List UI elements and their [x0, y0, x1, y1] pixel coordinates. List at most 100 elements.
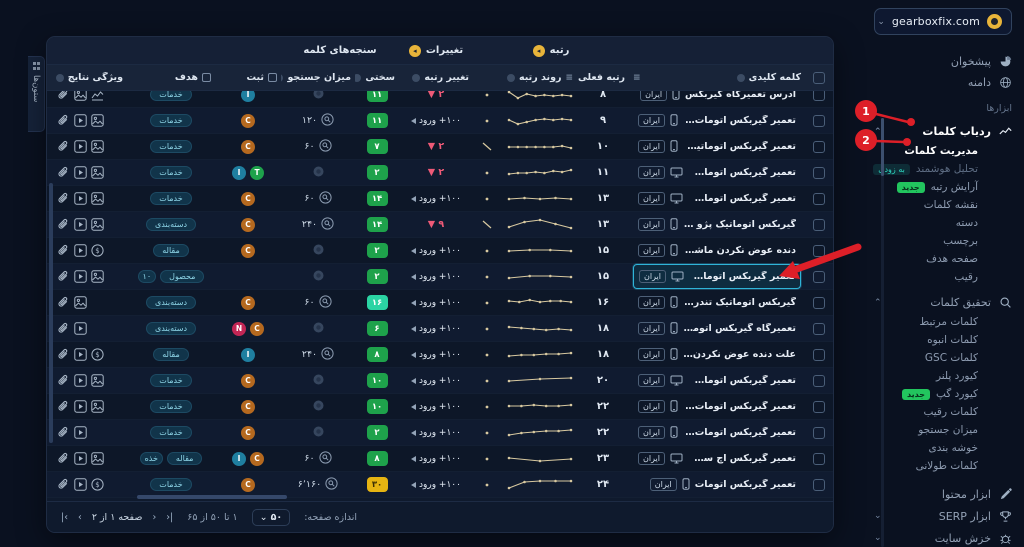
record-badge-N[interactable]: N [232, 322, 246, 336]
image-icon[interactable] [91, 400, 104, 413]
row-checkbox[interactable] [813, 479, 825, 491]
select-all-checkbox[interactable] [813, 72, 825, 84]
row-checkbox[interactable] [813, 427, 825, 439]
domain-selector[interactable]: gearboxfix.com ⌄ [874, 8, 1012, 35]
sidebar-subitem[interactable]: کلمات GSC [874, 349, 1012, 367]
image-icon[interactable] [91, 192, 104, 205]
row-checkbox[interactable] [813, 375, 825, 387]
video-icon[interactable] [74, 218, 87, 231]
sidebar-subitem[interactable]: خوشه بندی [874, 439, 1012, 457]
pager-last-button[interactable]: ›| [166, 512, 173, 523]
keyword-cell[interactable]: تعمیر گیربکس اتومات ۲۰۶ ایران [633, 109, 801, 132]
image-icon[interactable] [91, 140, 104, 153]
image-icon[interactable] [91, 166, 104, 179]
video-icon[interactable] [74, 244, 87, 257]
target-pill[interactable]: محصول [160, 270, 204, 283]
target-pill[interactable]: دسته‌بندی [146, 322, 196, 335]
sidebar-item-word-research[interactable]: تحقیق کلمات ⌃ [874, 292, 1012, 313]
video-icon[interactable] [74, 426, 87, 439]
paperclip-icon[interactable] [57, 218, 70, 231]
table-row[interactable]: گیربکس اتوماتیک تندر پلاس ایران ۱۶ ۱۰۰+ … [47, 290, 833, 316]
sidebar-item-bug[interactable]: خزش سایت⌄ [874, 527, 1012, 547]
target-pill[interactable]: مقاله [153, 348, 189, 361]
row-checkbox[interactable] [813, 193, 825, 205]
col-header-target[interactable]: هدف [127, 72, 215, 83]
col-header-record[interactable]: ثبت [215, 72, 281, 83]
chart-icon[interactable] [91, 91, 104, 101]
row-checkbox[interactable] [813, 91, 825, 101]
target-pill[interactable]: خدمات [150, 478, 191, 491]
expand-triangle-icon[interactable] [411, 352, 416, 358]
row-checkbox[interactable] [813, 297, 825, 309]
target-pill[interactable]: خدمات [150, 140, 191, 153]
row-checkbox[interactable] [813, 349, 825, 361]
table-row[interactable]: تعمیر گیربکس اتومات داستر ایران ۲۲ ۱۰۰+ … [47, 394, 833, 420]
keyword-cell[interactable]: تعمیر گیربکس اتوماتیک پژو پارس ایران [633, 135, 801, 158]
paperclip-icon[interactable] [57, 114, 70, 127]
table-row[interactable]: تعمیر گیربکس اتوماتیک پژو پارس ایران ۱۰ … [47, 134, 833, 160]
target-pill[interactable]: دسته‌بندی [146, 218, 196, 231]
sidebar-item-pencil[interactable]: ابزار محتوا [874, 483, 1012, 505]
sidebar-subitem[interactable]: تحلیل هوشمندبه زودی [874, 160, 1012, 178]
expand-triangle-icon[interactable] [411, 430, 416, 436]
keyword-cell[interactable]: تعمیر گیربکس اچ سی کراس ایران [633, 447, 801, 470]
dollar-icon[interactable]: $ [91, 244, 104, 257]
col-header-change[interactable]: تغییر رتبه [399, 72, 473, 83]
sidebar-subitem[interactable]: کلمات رقیب [874, 403, 1012, 421]
row-checkbox[interactable] [813, 453, 825, 465]
expand-triangle-icon[interactable] [411, 404, 416, 410]
image-icon[interactable] [91, 270, 104, 283]
record-badge-C[interactable]: C [250, 452, 264, 466]
col-header-keyword[interactable]: کلمه کلیدی ≡ [629, 72, 805, 83]
record-badge-C[interactable]: C [241, 426, 255, 440]
dollar-icon[interactable]: $ [91, 478, 104, 491]
paperclip-icon[interactable] [57, 166, 70, 179]
sidebar-item-domain[interactable]: دامنه [874, 72, 1012, 93]
sidebar-item-dashboard[interactable]: پیشخوان [874, 51, 1012, 72]
table-row[interactable]: آدرس تعمیرگاه گیربکس ایران ۸ ۲ ▼ ۱۱ I خد… [47, 91, 833, 108]
filter-icon[interactable]: ≡ [565, 73, 573, 83]
keyword-cell[interactable]: تعمیر گیربکس اتومات ایران [645, 473, 801, 496]
image-icon[interactable] [74, 91, 87, 101]
row-checkbox[interactable] [813, 245, 825, 257]
table-row[interactable]: تعمیر گیربکس اتومات ۲۰۶ ایران ۹ ۱۰۰+ ورو… [47, 108, 833, 134]
paperclip-icon[interactable] [57, 478, 70, 491]
paperclip-icon[interactable] [57, 270, 70, 283]
table-row[interactable]: علت دنده عوض نکردن ماشین اتومات ایران ۱۸… [47, 342, 833, 368]
sidebar-subitem[interactable]: نقشه کلمات [874, 196, 1012, 214]
table-row[interactable]: تعمیر گیربکس اتومات سانتافه ایران ۱۳ ۱۰۰… [47, 186, 833, 212]
sidebar-subitem[interactable]: میزان جستجو [874, 421, 1012, 439]
table-row[interactable]: تعمیر گیربکس اچ سی کراس ایران ۲۳ ۱۰۰+ ور… [47, 446, 833, 472]
image-icon[interactable] [74, 296, 87, 309]
tag-pill[interactable]: ۱۰ [138, 270, 157, 283]
pager-first-button[interactable]: |‹ [61, 512, 68, 523]
target-pill[interactable]: خدمات [150, 400, 191, 413]
table-row[interactable]: تعمیر گیربکس اتومات پژو ۲۰۷ ایران ۲۲ ۱۰۰… [47, 420, 833, 446]
expand-triangle-icon[interactable] [411, 482, 416, 488]
keyword-cell[interactable]: علت دنده عوض نکردن ماشین اتومات ایران [633, 343, 801, 366]
paperclip-icon[interactable] [57, 322, 70, 335]
filter-icon[interactable]: ≡ [633, 73, 641, 83]
target-pill[interactable]: خدمات [150, 166, 191, 179]
tab-rank[interactable]: رتبه ◂ [473, 45, 629, 57]
video-icon[interactable] [74, 322, 87, 335]
paperclip-icon[interactable] [57, 296, 70, 309]
target-pill[interactable]: خدمات [150, 426, 191, 439]
paperclip-icon[interactable] [57, 140, 70, 153]
keyword-cell[interactable]: تعمیر گیربکس اتومات سانتافه ایران [633, 187, 801, 210]
record-badge-C[interactable]: C [241, 218, 255, 232]
paperclip-icon[interactable] [57, 244, 70, 257]
paperclip-icon[interactable] [57, 400, 70, 413]
video-icon[interactable] [74, 140, 87, 153]
video-icon[interactable] [74, 114, 87, 127]
expand-triangle-icon[interactable] [411, 326, 416, 332]
row-checkbox[interactable] [813, 115, 825, 127]
video-icon[interactable] [74, 478, 87, 491]
target-pill[interactable]: مقاله [167, 452, 203, 465]
table-row[interactable]: گیربکس اتوماتیک پژو پارس ایران ۱۳ ۹ ▼ ۱۴… [47, 212, 833, 238]
record-badge-I[interactable]: I [232, 166, 246, 180]
record-badge-C[interactable]: C [241, 114, 255, 128]
video-icon[interactable] [74, 452, 87, 465]
target-pill[interactable]: خدمات [150, 374, 191, 387]
target-pill[interactable]: خدمات [150, 114, 191, 127]
